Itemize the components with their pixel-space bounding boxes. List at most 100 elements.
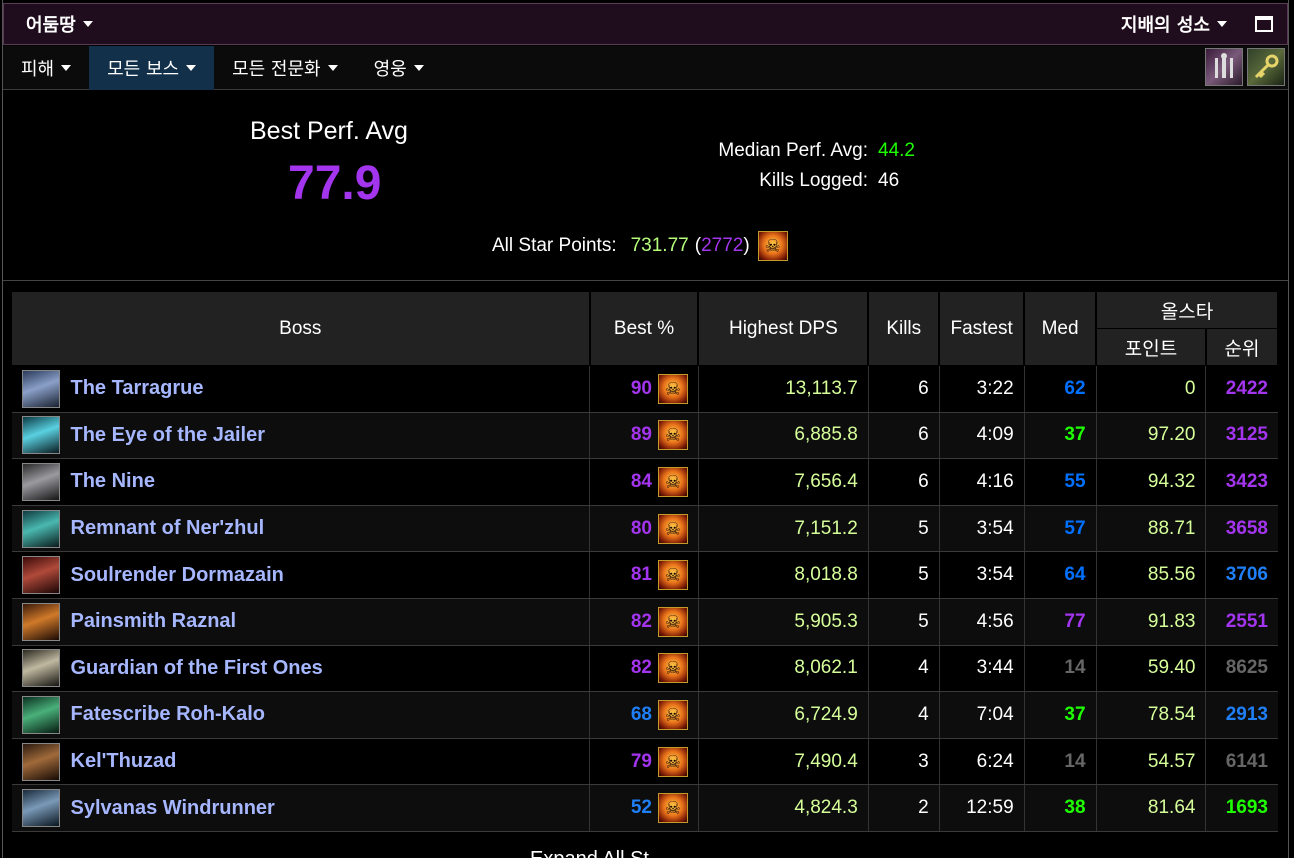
fastest-time: 3:22 xyxy=(939,365,1025,413)
median-percent: 14 xyxy=(1024,738,1097,786)
highest-dps: 8,018.8 xyxy=(698,551,869,599)
performance-summary: Best Perf. Avg 77.9 Median Perf. Avg: 44.… xyxy=(3,91,1288,281)
nav-boss-dropdown[interactable]: 모든 보스 xyxy=(89,45,215,90)
header-allstar: 올스타 xyxy=(1095,291,1279,329)
allstar-points-cell: 94.32 xyxy=(1096,458,1207,506)
skull-icon: ☠ xyxy=(657,653,688,684)
nav-label: 영웅 xyxy=(373,58,407,80)
median-percent: 55 xyxy=(1024,458,1097,506)
highest-dps: 7,151.2 xyxy=(698,505,869,553)
boss-portrait-icon xyxy=(21,509,60,548)
table-row[interactable]: The Tarragrue 90 ☠ 13,113.7 6 3:22 62 0 2422 xyxy=(11,365,1278,413)
boss-portrait-icon xyxy=(21,602,60,641)
allstar-rank-cell: 3706 xyxy=(1205,551,1278,599)
boss-portrait-icon xyxy=(21,416,60,455)
boss-name-link[interactable]: The Eye of the Jailer xyxy=(71,424,266,447)
fastest-time: 4:09 xyxy=(939,412,1025,460)
fastest-time: 3:54 xyxy=(939,505,1025,553)
allstar-rank-cell: 2551 xyxy=(1205,598,1278,646)
boss-portrait-icon xyxy=(21,462,60,501)
zone-dropdown[interactable]: 지배의 성소 xyxy=(1121,11,1227,37)
allstar-rank: 2772 xyxy=(701,235,744,256)
nav-spec-dropdown[interactable]: 모든 전문화 xyxy=(214,46,356,90)
allstar-points-cell: 0 xyxy=(1096,365,1207,413)
table-row[interactable]: The Nine 84 ☠ 7,656.4 6 4:16 55 94.32 3423 xyxy=(11,458,1278,506)
header-boss[interactable]: Boss xyxy=(10,291,591,366)
header-fastest[interactable]: Fastest xyxy=(938,291,1026,366)
chevron-down-icon xyxy=(327,64,338,71)
boss-name-link[interactable]: Kel'Thuzad xyxy=(71,750,177,773)
highest-dps: 7,656.4 xyxy=(698,458,869,506)
maximize-icon[interactable] xyxy=(1255,16,1273,32)
boss-name-link[interactable]: The Tarragrue xyxy=(71,377,204,400)
key-icon[interactable] xyxy=(1247,48,1285,86)
kills-count: 4 xyxy=(868,691,940,739)
best-percent: 89 xyxy=(630,424,652,446)
allstar-rank-cell: 3125 xyxy=(1205,412,1278,460)
header-kills[interactable]: Kills xyxy=(867,291,941,366)
median-percent: 38 xyxy=(1024,784,1097,832)
highest-dps: 6,724.9 xyxy=(698,691,869,739)
allstar-rank-cell: 1693 xyxy=(1205,784,1278,832)
nav-difficulty-dropdown[interactable]: 영웅 xyxy=(356,46,442,90)
best-percent: 81 xyxy=(630,564,652,586)
allstar-rank-cell: 6141 xyxy=(1205,738,1278,786)
kills-count: 5 xyxy=(868,505,940,553)
boss-name-link[interactable]: Soulrender Dormazain xyxy=(71,564,284,587)
chevron-down-icon xyxy=(61,64,72,71)
kills-logged-row: Kills Logged: 46 xyxy=(668,170,899,192)
skull-icon: ☠ xyxy=(757,231,788,261)
header-points[interactable]: 포인트 xyxy=(1095,328,1207,366)
kills-count: 6 xyxy=(868,412,940,460)
best-percent: 79 xyxy=(630,750,652,772)
table-row[interactable]: Fatescribe Roh-Kalo 68 ☠ 6,724.9 4 7:04 37 78.5… xyxy=(11,691,1278,739)
fastest-time: 4:56 xyxy=(939,598,1025,646)
skull-icon: ☠ xyxy=(657,699,688,730)
boss-name-link[interactable]: Guardian of the First Ones xyxy=(71,657,323,680)
boss-portrait-icon xyxy=(21,556,60,595)
header-dps[interactable]: Highest DPS xyxy=(697,291,870,366)
allstar-label: All Star Points: xyxy=(492,235,617,256)
best-percent: 52 xyxy=(630,797,652,819)
kills-logged-value: 46 xyxy=(878,170,900,191)
table-row[interactable]: Soulrender Dormazain 81 ☠ 8,018.8 5 3:54 64 85.… xyxy=(11,551,1278,599)
header-best[interactable]: Best % xyxy=(589,291,700,366)
region-dropdown[interactable]: 어둠땅 xyxy=(4,11,93,37)
nav-label: 모든 전문화 xyxy=(232,58,321,80)
spec-icon[interactable] xyxy=(1205,48,1243,86)
highest-dps: 6,885.8 xyxy=(698,412,869,460)
boss-name-link[interactable]: Remnant of Ner'zhul xyxy=(71,517,265,540)
region-label: 어둠땅 xyxy=(26,15,76,36)
header-med[interactable]: Med xyxy=(1023,291,1098,366)
boss-name-link[interactable]: Painsmith Raznal xyxy=(71,610,237,633)
boss-name-link[interactable]: Fatescribe Roh-Kalo xyxy=(71,703,265,726)
fastest-time: 3:54 xyxy=(939,551,1025,599)
allstar-rank-cell: 3423 xyxy=(1205,458,1278,506)
skull-icon: ☠ xyxy=(657,420,688,451)
skull-icon: ☠ xyxy=(657,746,688,777)
best-percent: 80 xyxy=(630,517,652,539)
table-row[interactable]: Guardian of the First Ones 82 ☠ 8,062.1 4 3:4… xyxy=(11,645,1278,693)
best-perf-value: 77.9 xyxy=(288,157,382,210)
kills-count: 3 xyxy=(868,738,940,786)
header-rank[interactable]: 순위 xyxy=(1205,328,1280,366)
table-row[interactable]: Kel'Thuzad 79 ☠ 7,490.4 3 6:24 14 54.57 6141 xyxy=(11,738,1278,786)
median-percent: 14 xyxy=(1024,645,1097,693)
table-row[interactable]: Remnant of Ner'zhul 80 ☠ 7,151.2 5 3:54 57 88.7… xyxy=(11,505,1278,553)
allstar-points-cell: 54.57 xyxy=(1096,738,1207,786)
expand-all-stars-label[interactable]: Expand All St xyxy=(530,848,649,858)
boss-name-link[interactable]: Sylvanas Windrunner xyxy=(71,797,275,820)
allstar-rank-cell: 8625 xyxy=(1205,645,1278,693)
allstar-rank-cell: 2422 xyxy=(1205,365,1278,413)
boss-name-link[interactable]: The Nine xyxy=(71,470,155,493)
table-row[interactable]: Painsmith Raznal 82 ☠ 5,905.3 5 4:56 77 91.83 25… xyxy=(11,598,1278,646)
table-row[interactable]: Sylvanas Windrunner 52 ☠ 4,824.3 2 12:59 38 81.… xyxy=(11,784,1278,832)
allstar-points-cell: 85.56 xyxy=(1096,551,1207,599)
fastest-time: 6:24 xyxy=(939,738,1025,786)
table-row[interactable]: The Eye of the Jailer 89 ☠ 6,885.8 6 4:09 37 97… xyxy=(11,412,1278,460)
best-percent: 90 xyxy=(630,377,652,399)
best-percent: 82 xyxy=(630,610,652,632)
nav-label: 피해 xyxy=(21,58,55,80)
nav-metric-dropdown[interactable]: 피해 xyxy=(3,46,89,90)
boss-portrait-icon xyxy=(21,649,60,688)
